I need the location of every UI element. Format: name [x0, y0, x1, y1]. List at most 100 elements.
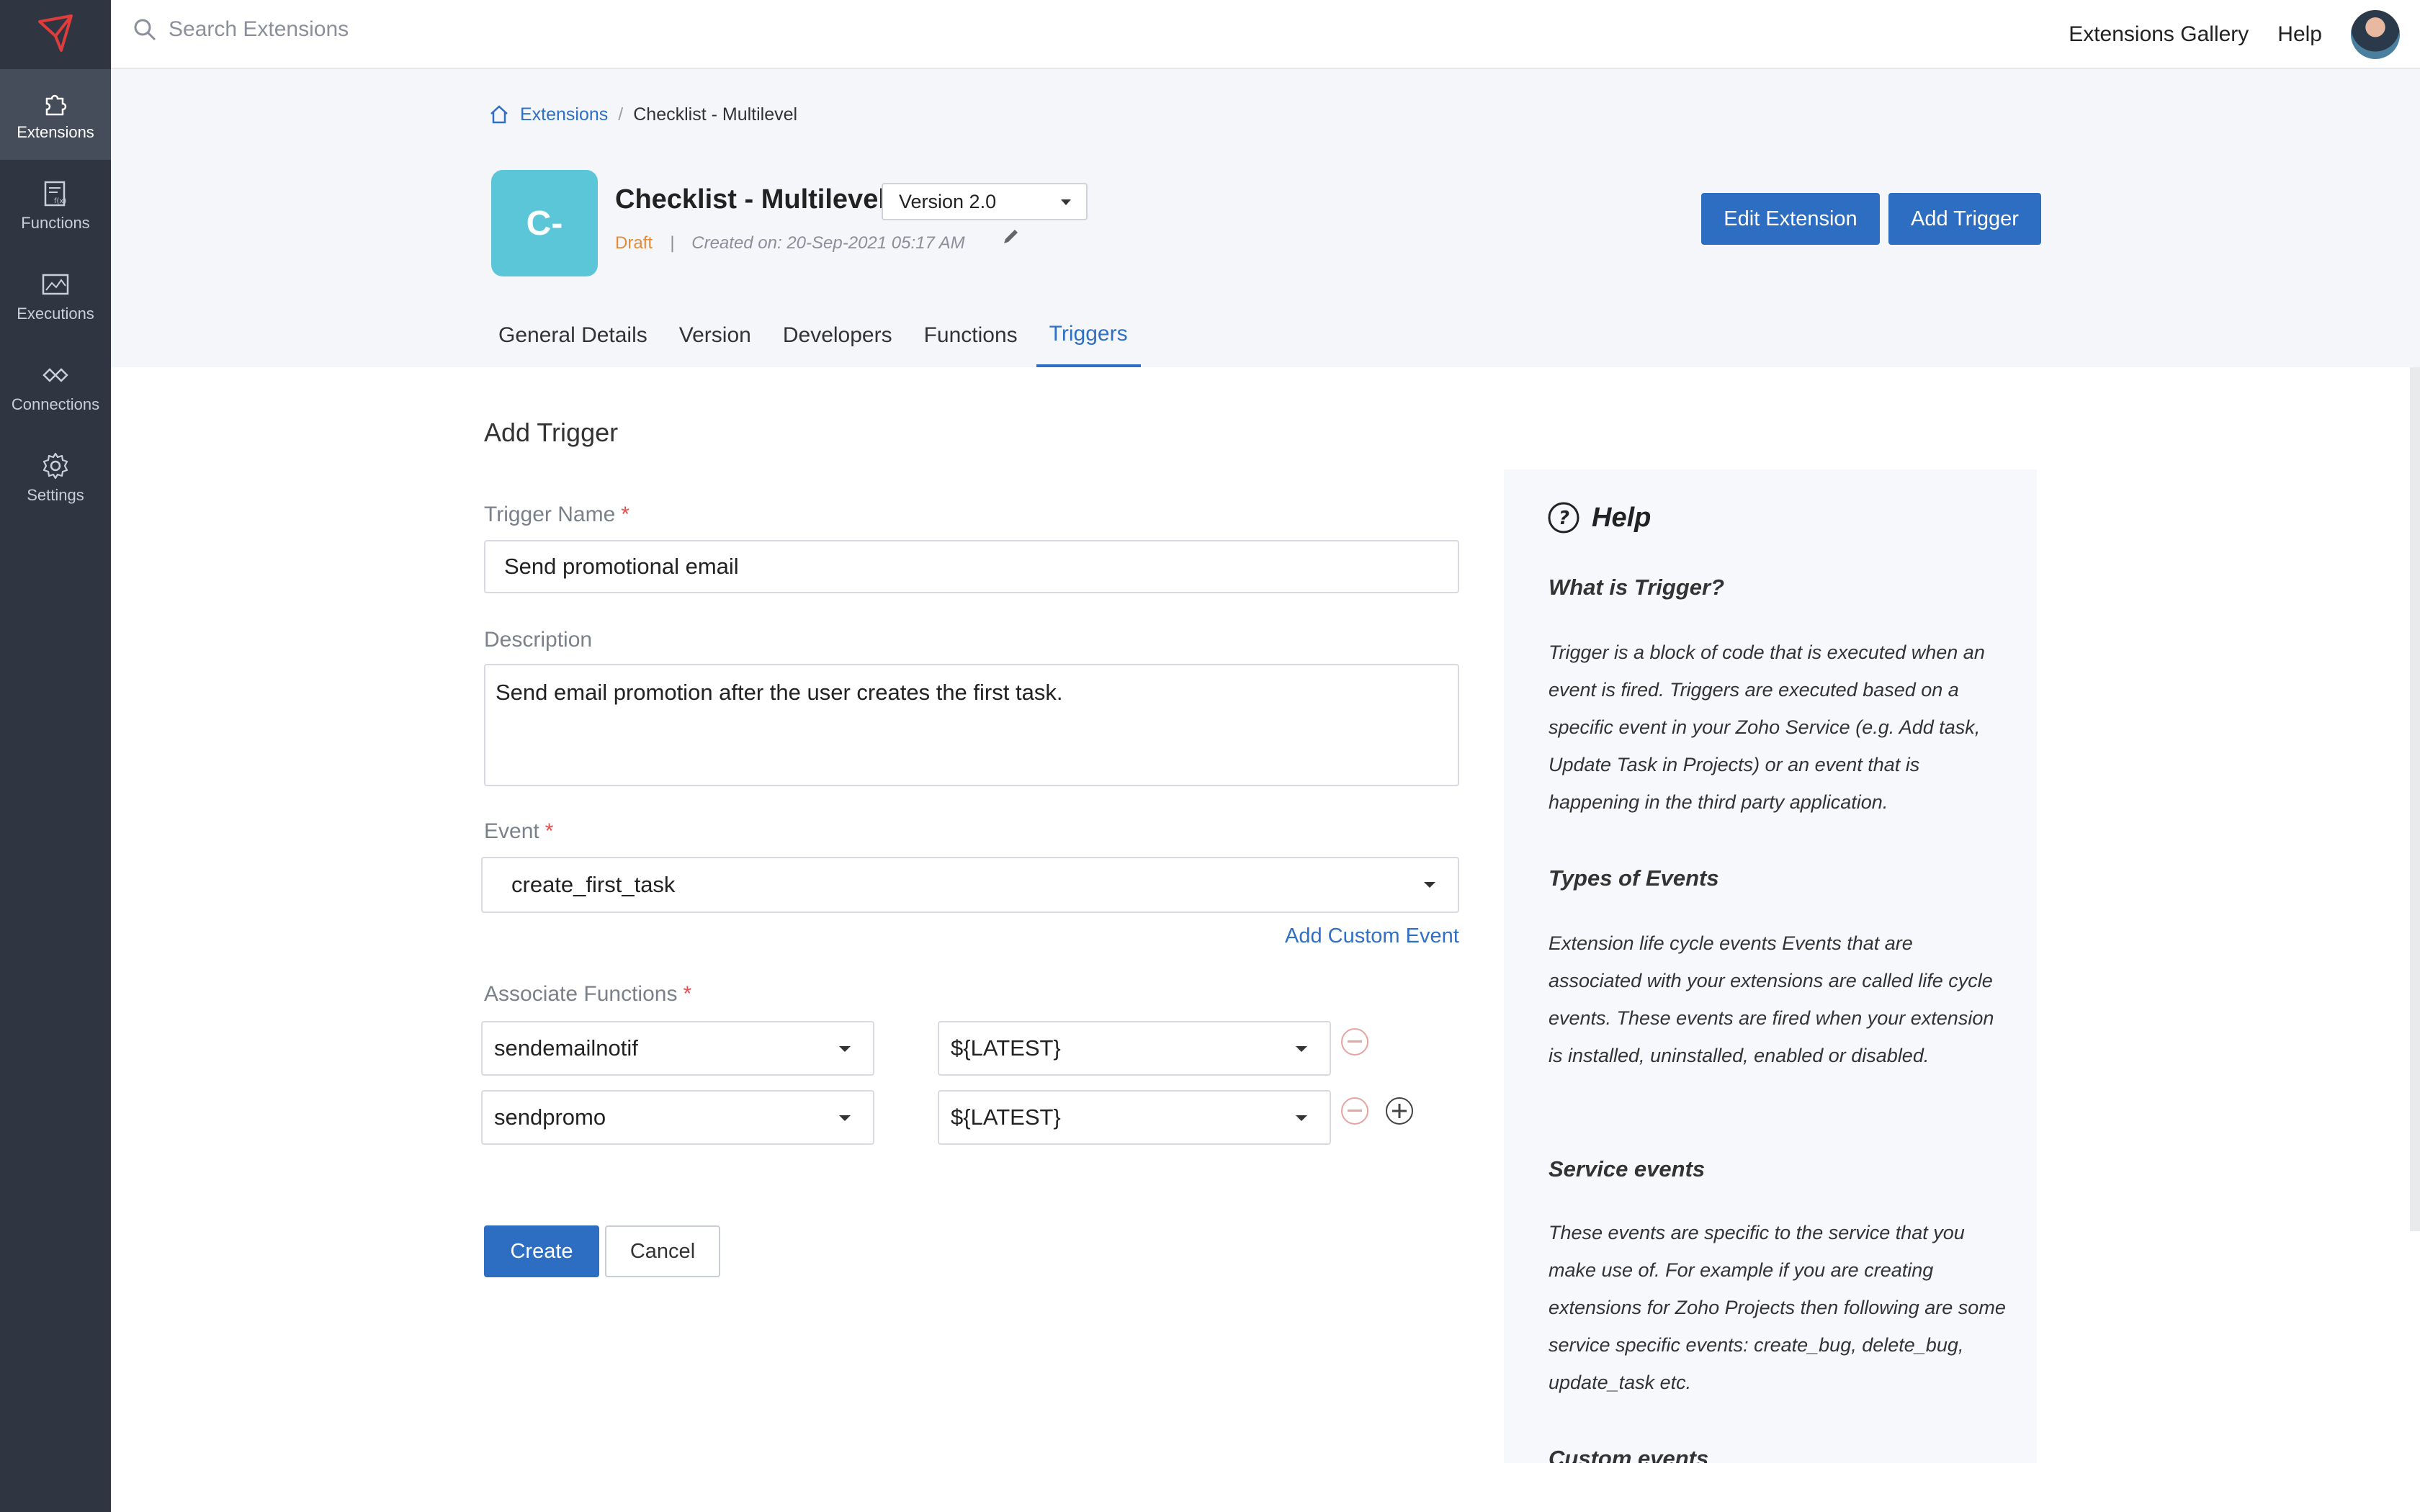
function-version-value: ${LATEST}	[951, 1104, 1061, 1130]
sidebar-item-connections[interactable]: Connections	[0, 341, 111, 432]
help-paragraph: These events are specific to the service…	[1549, 1222, 2006, 1393]
add-custom-event-link[interactable]: Add Custom Event	[1285, 924, 1459, 948]
question-circle-icon: ?	[1548, 502, 1579, 534]
event-label: Event *	[484, 819, 553, 844]
search-box[interactable]	[133, 17, 601, 42]
svg-text:f(x): f(x)	[54, 197, 66, 205]
required-mark: *	[683, 982, 692, 1006]
minus-icon	[1348, 1040, 1362, 1043]
avatar[interactable]	[2351, 10, 2400, 59]
tab-developers[interactable]: Developers	[770, 304, 905, 367]
associate-functions-label: Associate Functions *	[484, 982, 691, 1007]
sidebar-item-label: Extensions	[17, 123, 94, 141]
help-paragraph: Trigger is a block of code that is execu…	[1549, 642, 1985, 813]
function-version-select-1[interactable]: ${LATEST}	[938, 1021, 1331, 1076]
required-mark: *	[621, 503, 629, 526]
extension-meta: Draft | Created on: 20-Sep-2021 05:17 AM	[615, 230, 1021, 253]
breadcrumb-current: Checklist - Multilevel	[633, 104, 798, 125]
breadcrumb-separator: /	[618, 104, 624, 125]
help-heading: Service events	[1549, 1156, 1706, 1182]
paper-plane-logo-icon	[38, 14, 73, 52]
svg-text:?: ?	[1559, 508, 1569, 529]
description-label: Description	[484, 628, 593, 652]
chevron-down-icon	[839, 1046, 851, 1052]
pencil-icon[interactable]	[1001, 226, 1021, 246]
event-select[interactable]: create_first_task	[481, 857, 1459, 913]
tab-general-details[interactable]: General Details	[485, 304, 660, 367]
status-badge: Draft	[615, 233, 653, 253]
executions-icon	[42, 274, 69, 295]
version-select-value: Version 2.0	[899, 190, 997, 212]
help-title: Help	[1592, 502, 1652, 533]
edit-extension-button[interactable]: Edit Extension	[1701, 193, 1880, 245]
top-bar: Extensions Gallery Help	[111, 0, 2420, 69]
add-function-button[interactable]	[1386, 1097, 1413, 1125]
event-label-text: Event	[484, 819, 539, 843]
function-version-select-2[interactable]: ${LATEST}	[938, 1090, 1331, 1145]
home-icon[interactable]	[488, 104, 510, 125]
sidebar-item-functions[interactable]: f(x) Functions	[0, 160, 111, 251]
function-select-2[interactable]: sendpromo	[481, 1090, 874, 1145]
minus-icon	[1348, 1110, 1362, 1112]
function-select-1[interactable]: sendemailnotif	[481, 1021, 874, 1076]
help-panel: ? Help What is Trigger? Trigger is a blo…	[1504, 469, 2037, 1463]
created-date: Created on: 20-Sep-2021 05:17 AM	[691, 233, 965, 253]
description-textarea[interactable]: Send email promotion after the user crea…	[484, 664, 1459, 786]
gear-icon	[42, 452, 68, 480]
help-link[interactable]: Help	[2277, 22, 2322, 47]
tab-triggers[interactable]: Triggers	[1036, 304, 1141, 367]
chevron-down-icon	[1424, 882, 1435, 888]
connections-icon	[42, 368, 68, 382]
chevron-down-icon	[839, 1115, 851, 1121]
sidebar-item-label: Executions	[17, 305, 94, 323]
create-button[interactable]: Create	[484, 1225, 599, 1277]
help-paragraph: Extension life cycle events Events that …	[1549, 932, 1994, 1066]
function-select-value: sendpromo	[494, 1104, 606, 1130]
remove-function-button-1[interactable]	[1341, 1028, 1368, 1056]
required-mark: *	[544, 819, 554, 843]
trigger-name-label-text: Trigger Name	[484, 503, 616, 526]
sidebar: Extensions f(x) Functions Executions Con…	[0, 0, 111, 1512]
sidebar-item-label: Connections	[11, 395, 100, 413]
cancel-button[interactable]: Cancel	[605, 1225, 720, 1277]
extension-icon: C-	[491, 170, 598, 276]
tab-bar: General Details Version Developers Funct…	[485, 304, 1147, 367]
sidebar-item-executions[interactable]: Executions	[0, 251, 111, 341]
trigger-name-input[interactable]	[484, 540, 1459, 593]
extension-title: Checklist - Multilevel	[615, 184, 886, 215]
event-select-value: create_first_task	[511, 872, 676, 897]
sidebar-item-extensions[interactable]: Extensions	[0, 69, 111, 160]
page-scrollbar[interactable]	[2410, 367, 2420, 1231]
meta-separator: |	[670, 233, 675, 253]
function-version-value: ${LATEST}	[951, 1035, 1061, 1061]
sidebar-item-settings[interactable]: Settings	[0, 432, 111, 523]
add-trigger-button[interactable]: Add Trigger	[1888, 193, 2041, 245]
help-heading: Types of Events	[1549, 865, 1719, 891]
top-right-actions: Extensions Gallery Help	[2069, 0, 2400, 69]
sidebar-item-label: Functions	[21, 214, 90, 232]
chevron-down-icon	[1296, 1046, 1307, 1052]
search-icon	[134, 19, 156, 41]
tab-version[interactable]: Version	[666, 304, 764, 367]
extensions-gallery-link[interactable]: Extensions Gallery	[2069, 22, 2249, 47]
function-icon: f(x)	[44, 181, 66, 207]
version-select[interactable]: Version 2.0	[882, 183, 1088, 220]
associate-functions-label-text: Associate Functions	[484, 982, 678, 1006]
app-logo[interactable]	[0, 0, 111, 69]
form-title: Add Trigger	[484, 418, 619, 447]
help-heading: Custom events	[1549, 1446, 1709, 1463]
remove-function-button-2[interactable]	[1341, 1097, 1368, 1125]
trigger-name-label: Trigger Name *	[484, 503, 629, 527]
tab-functions[interactable]: Functions	[911, 304, 1031, 367]
chevron-down-icon	[1296, 1115, 1307, 1121]
breadcrumb: Extensions / Checklist - Multilevel	[488, 104, 797, 125]
chevron-down-icon	[1061, 199, 1071, 205]
puzzle-icon	[45, 94, 67, 116]
help-header: ? Help	[1547, 501, 1651, 534]
sidebar-item-label: Settings	[27, 486, 84, 504]
plus-icon	[1392, 1104, 1407, 1118]
help-heading: What is Trigger?	[1549, 575, 1725, 600]
extension-header: Extensions / Checklist - Multilevel C- C…	[111, 69, 2420, 367]
search-input[interactable]	[169, 17, 601, 42]
breadcrumb-extensions-link[interactable]: Extensions	[520, 104, 608, 125]
